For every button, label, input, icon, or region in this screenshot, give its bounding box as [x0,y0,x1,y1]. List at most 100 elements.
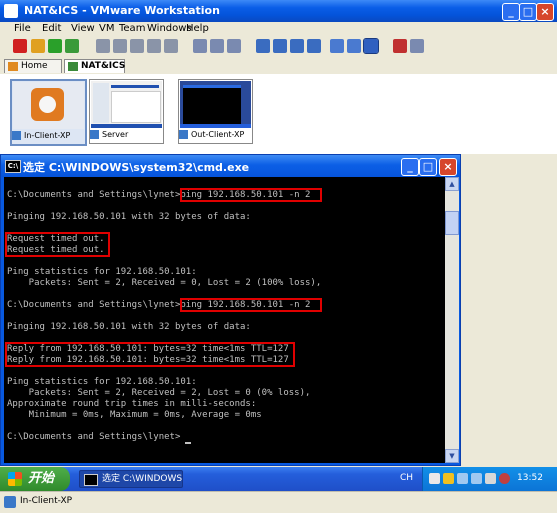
vm-status-icon [4,496,16,508]
menu-team[interactable]: Team [119,23,145,34]
console-line: Minimum = 0ms, Maximum = 0ms, Average = … [7,410,262,420]
view-icon[interactable] [256,39,270,53]
cmd-maximize-button[interactable]: □ [419,158,437,176]
thumbnail-server[interactable]: Server [89,79,164,144]
console-view-icon[interactable] [347,39,361,53]
cmd-task-icon [84,474,98,486]
annotation-second-ping-command [180,298,322,312]
unity-icon[interactable] [307,39,321,53]
tab-home-label: Home [21,61,48,71]
menu-edit[interactable]: Edit [42,23,61,34]
home-icon [8,62,18,71]
clock[interactable]: 13:52 [517,473,543,483]
cmd-title: 选定 C:\WINDOWS\system32\cmd.exe [23,161,250,174]
reset-icon[interactable] [65,39,79,53]
menu-vm[interactable]: VM [99,23,114,34]
thumbnail-label: In-Client-XP [24,131,71,140]
cmd-icon: C:\ [5,160,21,173]
playback-icon[interactable] [210,39,224,53]
quick-switch-icon[interactable] [290,39,304,53]
fullscreen-icon[interactable] [273,39,287,53]
vm-running-icon [179,130,188,139]
guest-taskbar: 开始 选定 C:\WINDOWS\... CH 13:52 [0,467,557,491]
capture-icon[interactable] [227,39,241,53]
windows-flag-icon [8,472,22,486]
maximize-button[interactable]: □ [519,3,537,21]
cmd-title-bar[interactable]: C:\ 选定 C:\WINDOWS\system32\cmd.exe _ □ × [1,155,460,177]
status-text: In-Client-XP [20,496,73,506]
stop-icon[interactable] [13,39,27,53]
tab-nat-ics-label: NAT&ICS [81,61,126,71]
server-thumb-taskbar [91,124,162,128]
volume-icon[interactable] [485,473,496,484]
vmware-logo-inner [39,96,56,113]
vm-running-icon [90,130,99,139]
close-button[interactable]: × [536,3,554,21]
cmd-scrollbar[interactable]: ▲ ▼ [445,177,459,463]
thumbnail-view-icon[interactable] [363,38,379,54]
menu-windows[interactable]: Windows [147,23,192,34]
toolbar [0,36,557,59]
console-line: Pinging 192.168.50.101 with 32 bytes of … [7,212,251,222]
preferences-icon[interactable] [410,39,424,53]
cmd-window[interactable]: C:\ 选定 C:\WINDOWS\system32\cmd.exe _ □ ×… [0,154,461,466]
taskbar-cmd-label: 选定 C:\WINDOWS\... [102,474,183,484]
tab-bar: Home NAT&ICS [0,58,557,75]
console-line: C:\Documents and Settings\lynet> [7,432,181,442]
network-icon-2[interactable] [471,473,482,484]
tab-home[interactable]: Home [4,59,62,73]
network-icon[interactable] [457,473,468,484]
system-tray: 13:52 [422,467,557,491]
minimize-button[interactable]: _ [502,3,520,21]
taskbar-cmd-button[interactable]: 选定 C:\WINDOWS\... [79,470,183,488]
cmd-close-button[interactable]: × [439,158,457,176]
vmware-title-bar: NAT&ICS - VMware Workstation _ □ × [0,0,557,22]
play-icon[interactable] [48,39,62,53]
summary-icon[interactable] [330,39,344,53]
team-tab-icon [68,62,78,71]
vmware-app-icon [4,4,18,18]
scroll-up-icon[interactable]: ▲ [445,177,459,191]
thumbnail-out-client-xp[interactable]: Out-Client-XP [178,79,253,144]
tab-nat-ics[interactable]: NAT&ICS [64,59,125,73]
console-line: Ping statistics for 192.168.50.101: [7,377,197,387]
annotation-replies [5,342,295,367]
scroll-thumb[interactable] [445,211,459,235]
snapshot-manager-icon[interactable] [130,39,144,53]
annotation-first-ping-command [180,188,322,202]
vm-running-icon [12,131,21,140]
menu-help[interactable]: Help [186,23,209,34]
thumbnail-in-client-xp[interactable]: In-Client-XP [10,79,87,146]
cmd-minimize-button[interactable]: _ [401,158,419,176]
pause-icon[interactable] [31,39,45,53]
server-thumb-sidebar [93,83,109,123]
menu-file[interactable]: File [14,23,31,34]
console-line: Packets: Sent = 2, Received = 2, Lost = … [7,388,311,398]
annotation-timeouts [5,232,110,257]
console-line: Approximate round trip times in milli-se… [7,399,257,409]
security-alert-icon[interactable] [499,473,510,484]
snapshot-icon[interactable] [96,39,110,53]
text-cursor [185,442,191,444]
vm-settings-icon[interactable] [393,39,407,53]
console-output[interactable]: C:\Documents and Settings\lynet>ping 192… [4,177,445,463]
thumbnail-server-screen [91,81,162,128]
vmware-status-bar: In-Client-XP [0,491,557,513]
start-button[interactable]: 开始 [0,467,70,491]
menu-view[interactable]: View [71,23,95,34]
thumbnail-in-client-xp-screen [13,82,84,129]
thumbnail-out-client-xp-screen [180,81,251,128]
language-indicator[interactable]: CH [400,473,413,483]
ime-icon[interactable] [429,473,440,484]
thumbnail-label: Out-Client-XP [191,130,245,139]
clone-icon[interactable] [147,39,161,53]
window-title: NAT&ICS - VMware Workstation [24,4,220,17]
out-client-thumb-cmd [183,85,241,124]
tray-app-icon[interactable] [443,473,454,484]
start-label: 开始 [28,471,55,486]
menu-bar: File Edit View VM Team Windows Help [0,22,557,36]
team-icon[interactable] [164,39,178,53]
scroll-down-icon[interactable]: ▼ [445,449,459,463]
record-icon[interactable] [193,39,207,53]
revert-snapshot-icon[interactable] [113,39,127,53]
